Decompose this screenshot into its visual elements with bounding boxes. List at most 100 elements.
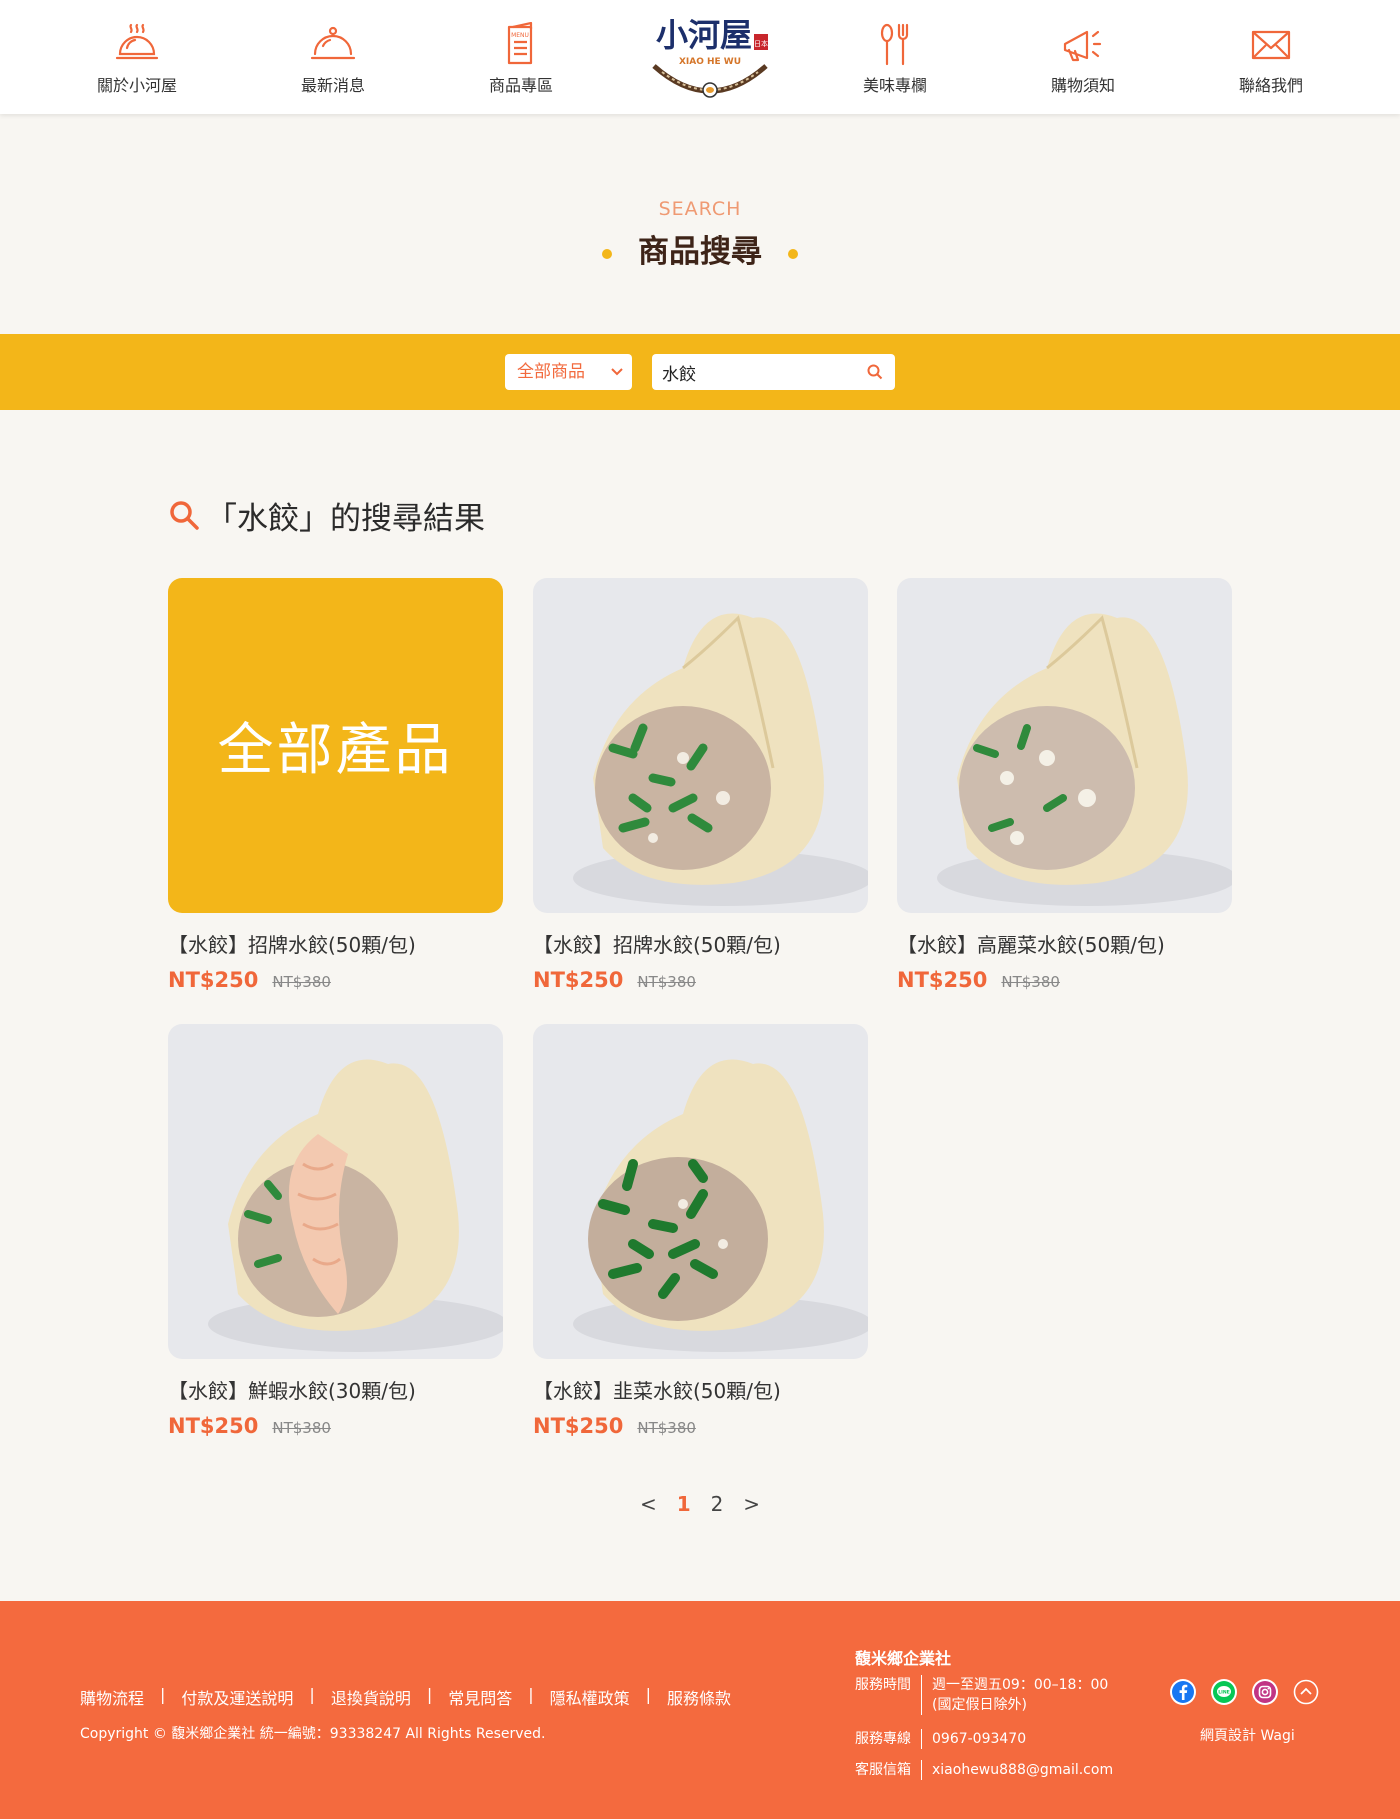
info-hours: 服務時間 週一至週五09：00–18：00 (國定假日除外) [855, 1675, 1108, 1715]
info-label: 服務時間 [855, 1677, 911, 1693]
category-select[interactable]: 全部商品 [505, 354, 632, 390]
product-card[interactable]: 【水餃】高麗菜水餃(50顆/包) NT$250 NT$380 [897, 578, 1232, 992]
email-value[interactable]: xiaohewu888@gmail.com [921, 1760, 1113, 1780]
nav-label: 美味專欄 [862, 76, 927, 95]
product-image[interactable] [897, 578, 1232, 913]
info-email: 客服信箱 xiaohewu888@gmail.com [855, 1760, 1113, 1780]
product-name[interactable]: 【水餃】鮮蝦水餃(30顆/包) [168, 1375, 503, 1404]
footer-link-process[interactable]: 購物流程 [80, 1685, 144, 1709]
product-name[interactable]: 【水餃】招牌水餃(50顆/包) [533, 929, 868, 958]
menu-book-icon: MENU [507, 22, 533, 65]
nav-label: 聯絡我們 [1238, 76, 1303, 95]
decor-dot [602, 248, 612, 259]
footer-links: 購物流程 | 付款及運送說明 | 退換貨說明 | 常見問答 | 隱私權政策 | 服務條款 [80, 1685, 731, 1709]
separator: | [528, 1685, 534, 1704]
search-bar: 全部商品 [0, 334, 1400, 410]
nav-label: 購物須知 [1050, 76, 1115, 95]
product-price: NT$250 [168, 1414, 259, 1438]
info-label: 服務專線 [855, 1731, 911, 1747]
hours-value: 週一至週五09：00–18：00 [932, 1677, 1109, 1693]
product-card[interactable]: 全部產品 【水餃】招牌水餃(50顆/包) NT$250 NT$380 [168, 578, 503, 992]
nav-label: 關於小河屋 [96, 76, 177, 95]
footer-link-returns[interactable]: 退換貨說明 [331, 1685, 411, 1709]
all-products-label: 全部產品 [217, 718, 454, 783]
product-original-price: NT$380 [1001, 973, 1060, 991]
all-products-banner[interactable]: 全部產品 [168, 578, 503, 913]
site-header: 關於小河屋 最新消息 MENU 商品專區 小河屋 日本 XIAO HE WU 美… [0, 0, 1400, 114]
footer-link-privacy[interactable]: 隱私權政策 [550, 1685, 630, 1709]
category-select-value: 全部商品 [517, 362, 585, 382]
chevron-down-icon [611, 368, 623, 376]
nav-item-shopping-guide[interactable]: 購物須知 [1018, 22, 1148, 96]
footer-link-faq[interactable]: 常見問答 [448, 1685, 512, 1709]
product-original-price: NT$380 [637, 1419, 696, 1437]
decor-dot [788, 248, 798, 259]
steaming-bowl-icon [115, 23, 159, 60]
company-name: 馥米鄉企業社 [855, 1649, 952, 1668]
nav-label: 商品專區 [488, 76, 553, 95]
back-to-top-icon[interactable] [1293, 1679, 1319, 1705]
product-image[interactable] [533, 578, 868, 913]
instagram-icon[interactable] [1252, 1679, 1278, 1705]
footer-link-payment[interactable]: 付款及運送說明 [181, 1685, 293, 1709]
svg-text:MENU: MENU [511, 32, 529, 39]
logo-seal: 日本 [754, 39, 768, 48]
site-footer: 購物流程 | 付款及運送說明 | 退換貨說明 | 常見問答 | 隱私權政策 | 服務條款 … [0, 1601, 1400, 1819]
pagination-page-current[interactable]: 1 [677, 1492, 691, 1516]
page-title-block: SEARCH 商品搜尋 [0, 198, 1400, 271]
facebook-icon[interactable] [1170, 1679, 1196, 1705]
product-image[interactable] [168, 1024, 503, 1359]
logo-subtitle: XIAO HE WU [679, 57, 741, 67]
separator: | [160, 1685, 166, 1704]
product-card[interactable]: 【水餃】鮮蝦水餃(30顆/包) NT$250 NT$380 [168, 1024, 503, 1438]
product-price: NT$250 [897, 968, 988, 992]
site-logo[interactable]: 小河屋 日本 XIAO HE WU [648, 12, 772, 100]
pagination-prev[interactable]: < [640, 1492, 657, 1516]
copyright: Copyright © 馥米鄉企業社 統一編號：93338247 All Rig… [80, 1726, 546, 1742]
designer-credit[interactable]: 網頁設計 Wagi [1200, 1725, 1295, 1745]
product-price: NT$250 [533, 1414, 624, 1438]
product-image[interactable] [533, 1024, 868, 1359]
info-value: 週一至週五09：00–18：00 (國定假日除外) [921, 1675, 1108, 1715]
product-name[interactable]: 【水餃】招牌水餃(50顆/包) [168, 929, 503, 958]
logo-title: 小河屋 [656, 16, 752, 54]
nav-item-about[interactable]: 關於小河屋 [72, 22, 202, 96]
search-input[interactable] [652, 354, 895, 390]
megaphone-icon [1063, 30, 1102, 62]
results-heading: 「水餃」的搜尋結果 [168, 492, 485, 538]
nav-item-news[interactable]: 最新消息 [268, 22, 398, 96]
product-name[interactable]: 【水餃】韭菜水餃(50顆/包) [533, 1375, 868, 1404]
search-icon [170, 501, 199, 530]
info-label: 客服信箱 [855, 1762, 911, 1778]
footer-link-terms[interactable]: 服務條款 [667, 1685, 731, 1709]
page-title-text: 商品搜尋 [638, 234, 762, 270]
page-title: 商品搜尋 [0, 226, 1400, 271]
pagination-next[interactable]: > [743, 1492, 760, 1516]
social-links: LINE [1170, 1679, 1334, 1705]
nav-item-products[interactable]: MENU 商品專區 [456, 22, 586, 96]
phone-value[interactable]: 0967-093470 [921, 1729, 1026, 1749]
hours-note: (國定假日除外) [932, 1697, 1027, 1713]
product-price: NT$250 [533, 968, 624, 992]
utensils-icon [880, 23, 909, 66]
pagination-page[interactable]: 2 [711, 1492, 724, 1516]
nav-item-columns[interactable]: 美味專欄 [830, 22, 960, 96]
pagination: < 1 2 > [640, 1492, 760, 1516]
separator: | [309, 1685, 315, 1704]
results-title: 「水餃」的搜尋結果 [206, 500, 485, 537]
product-original-price: NT$380 [637, 973, 696, 991]
envelope-icon [1251, 30, 1291, 60]
nav-item-contact[interactable]: 聯絡我們 [1206, 22, 1336, 96]
search-icon[interactable] [865, 362, 885, 382]
product-card[interactable]: 【水餃】招牌水餃(50顆/包) NT$250 NT$380 [533, 578, 868, 992]
svg-text:LINE: LINE [1218, 1690, 1230, 1696]
product-card[interactable]: 【水餃】韭菜水餃(50顆/包) NT$250 NT$380 [533, 1024, 868, 1438]
product-price: NT$250 [168, 968, 259, 992]
line-icon[interactable]: LINE [1211, 1679, 1237, 1705]
product-name[interactable]: 【水餃】高麗菜水餃(50顆/包) [897, 929, 1232, 958]
info-phone: 服務專線 0967-093470 [855, 1729, 1026, 1749]
product-original-price: NT$380 [272, 1419, 331, 1437]
separator: | [426, 1685, 433, 1704]
page-title-en: SEARCH [658, 198, 742, 220]
cloche-icon [310, 26, 356, 60]
